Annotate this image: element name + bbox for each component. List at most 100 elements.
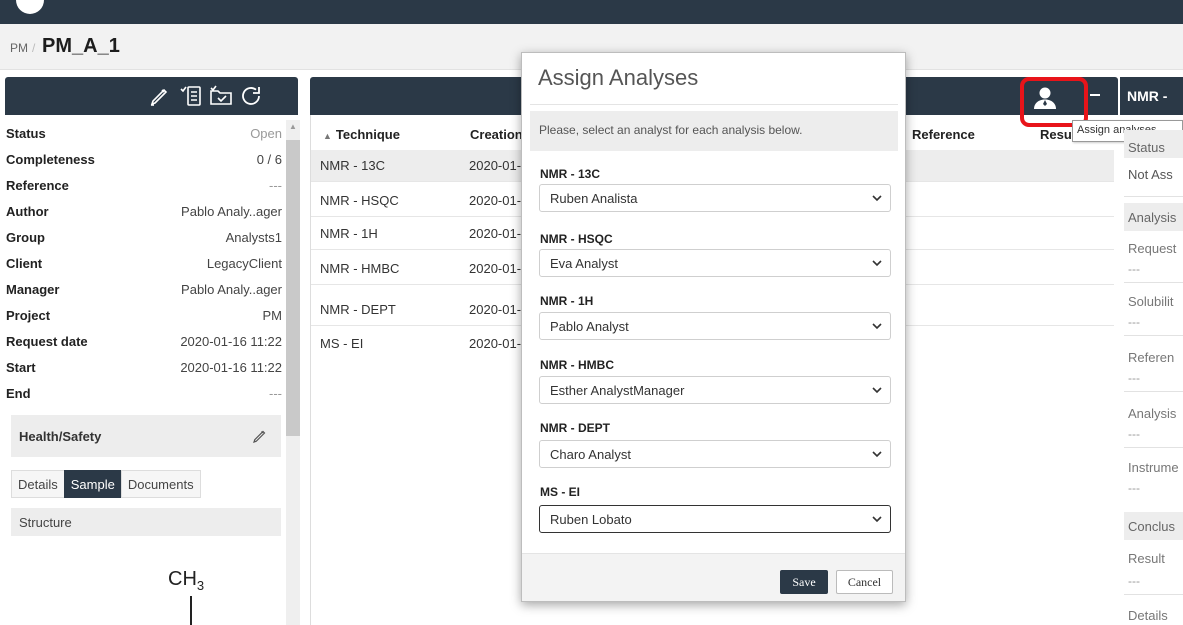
field-value: --- — [1128, 315, 1140, 329]
cancel-button[interactable]: Cancel — [836, 570, 893, 594]
analysis-label: NMR - DEPT — [540, 421, 610, 435]
property-key: Start — [6, 360, 36, 375]
selected-analyst: Esther AnalystManager — [550, 383, 685, 398]
refresh-icon[interactable] — [239, 84, 263, 108]
analyst-select-nmr-13c[interactable]: Ruben Analista — [539, 184, 891, 212]
property-value: 2020-01-16 11:22 — [180, 360, 282, 375]
column-header-result[interactable]: Resul — [1040, 127, 1075, 142]
property-key: Group — [6, 230, 45, 245]
top-bar — [0, 0, 1183, 24]
breadcrumb-parent[interactable]: PM — [10, 41, 28, 55]
column-header-creation[interactable]: Creation — [470, 127, 523, 142]
cell-creation: 2020-01- — [469, 226, 522, 241]
chevron-down-icon — [872, 387, 882, 394]
analyst-select-nmr-1h[interactable]: Pablo Analyst — [539, 312, 891, 340]
analyst-select-nmr-dept[interactable]: Charo Analyst — [539, 440, 891, 468]
result-label: Result — [1128, 551, 1165, 566]
chevron-down-icon — [872, 451, 882, 458]
divider — [530, 104, 898, 105]
chevron-down-icon — [872, 323, 882, 330]
formula-subscript: 3 — [196, 578, 205, 593]
property-value: 0 / 6 — [256, 152, 282, 167]
property-row: Group Analysts1 — [6, 224, 282, 250]
dialog-instruction: Please, select an analyst for each analy… — [539, 123, 803, 137]
conclusion-section-header: Conclus — [1124, 512, 1183, 540]
property-row: Completeness 0 / 6 — [6, 146, 282, 172]
app-logo[interactable] — [16, 0, 44, 14]
field-value: --- — [1128, 427, 1140, 441]
dialog-footer: Save Cancel — [522, 553, 905, 601]
divider — [1124, 594, 1183, 595]
chevron-down-icon — [872, 516, 882, 523]
property-value: --- — [269, 178, 282, 193]
structure-formula: CH3 — [168, 568, 204, 593]
analyst-select-ms-ei[interactable]: Ruben Lobato — [539, 505, 891, 533]
health-safety-section: Health/Safety — [11, 415, 281, 457]
checklist-icon[interactable] — [179, 84, 203, 108]
divider — [1124, 447, 1183, 448]
breadcrumb-separator: / — [32, 41, 36, 55]
field-label: Solubilit — [1128, 294, 1174, 309]
column-header-technique[interactable]: ▲ Technique — [323, 127, 400, 142]
property-key: Project — [6, 308, 51, 323]
property-key: Request date — [6, 334, 88, 349]
scroll-up-icon[interactable]: ▲ — [289, 122, 297, 131]
status-value: Not Ass — [1128, 167, 1173, 182]
analysis-label: NMR - HSQC — [540, 232, 613, 246]
edit-icon[interactable] — [148, 84, 172, 108]
analysis-label: MS - EI — [540, 485, 581, 499]
property-key: Reference — [6, 178, 69, 193]
details-label: Details — [1128, 608, 1168, 623]
edit-health-safety-icon[interactable] — [251, 427, 269, 445]
selected-analyst: Ruben Analista — [550, 191, 638, 206]
property-row: Client LegacyClient — [6, 250, 282, 276]
field-value: --- — [1128, 481, 1140, 495]
analysis-label: NMR - 1H — [540, 294, 594, 308]
property-value: Open — [250, 126, 282, 141]
divider — [1124, 391, 1183, 392]
selected-analyst: Charo Analyst — [550, 447, 631, 462]
selected-analyst: Ruben Lobato — [550, 512, 632, 527]
cell-technique: MS - EI — [320, 336, 364, 351]
tab-documents[interactable]: Documents — [120, 470, 201, 498]
field-label: Request — [1128, 241, 1177, 256]
cell-technique: NMR - HMBC — [320, 261, 400, 276]
property-key: Client — [6, 256, 43, 271]
property-value: Pablo Analy..ager — [181, 282, 282, 297]
field-value: --- — [1128, 262, 1140, 276]
analysis-label: NMR - HMBC — [540, 358, 614, 372]
tab-details[interactable]: Details — [11, 470, 65, 498]
property-key: Status — [6, 126, 46, 141]
property-row: Reference --- — [6, 172, 282, 198]
divider — [1124, 282, 1183, 283]
cell-creation: 2020-01- — [469, 158, 522, 173]
structure-bond — [190, 596, 192, 625]
property-key: End — [6, 386, 31, 401]
cell-technique: NMR - 13C — [320, 158, 386, 173]
analyst-select-nmr-hsqc[interactable]: Eva Analyst — [539, 249, 891, 277]
tab-sample[interactable]: Sample — [63, 470, 122, 498]
chevron-down-icon — [872, 260, 882, 267]
column-header-reference[interactable]: Reference — [912, 127, 975, 142]
left-scrollbar-thumb[interactable] — [286, 140, 300, 436]
divider — [1124, 196, 1183, 197]
field-value: --- — [1128, 371, 1140, 385]
folder-check-icon[interactable] — [209, 84, 233, 108]
analyst-select-nmr-hmbc[interactable]: Esther AnalystManager — [539, 376, 891, 404]
cell-technique: NMR - 1H — [320, 226, 378, 241]
structure-header: Structure — [11, 508, 281, 536]
dialog-instruction-box: Please, select an analyst for each analy… — [530, 111, 898, 151]
property-value: Analysts1 — [225, 230, 282, 245]
sample-tabs: Details Sample Documents — [11, 470, 201, 498]
field-label: Referen — [1128, 350, 1175, 365]
structure-canvas — [11, 536, 281, 625]
column-header-label: Technique — [335, 127, 400, 142]
toolbar-divider — [1090, 94, 1100, 96]
property-row: Manager Pablo Analy..ager — [6, 276, 282, 302]
save-button[interactable]: Save — [780, 570, 828, 594]
detail-panel-title: NMR - — [1127, 88, 1168, 104]
property-value: PM — [262, 308, 283, 323]
cell-creation: 2020-01- — [469, 193, 522, 208]
property-row: Status Open — [6, 120, 282, 146]
detail-panel-header: NMR - — [1120, 77, 1183, 115]
